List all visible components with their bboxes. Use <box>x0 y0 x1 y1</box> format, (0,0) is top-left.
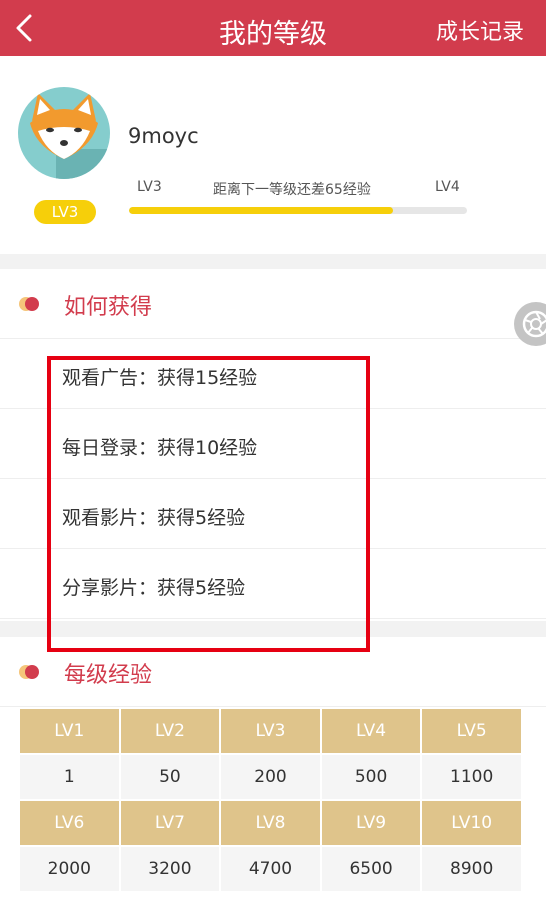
earn-rule-text: 观看影片：获得5经验 <box>62 507 246 529</box>
how-to-earn-title: 如何获得 <box>64 295 153 320</box>
table-cell: 3200 <box>118 845 222 893</box>
earn-rule-text: 分享影片：获得5经验 <box>62 577 246 599</box>
table-cell: LV7 <box>118 799 222 847</box>
profile-card: LV3 9moyc LV3 距离下一等级还差65经验 LV4 <box>0 56 546 254</box>
table-cell: LV10 <box>420 799 523 847</box>
table-cell: 200 <box>219 753 322 801</box>
table-cell: 8900 <box>420 845 523 893</box>
app-header: 我的等级 成长记录 <box>0 0 546 56</box>
earn-rule-text: 观看广告：获得15经验 <box>62 367 258 389</box>
table-cell: LV8 <box>219 799 322 847</box>
list-item: 分享影片：获得5经验 <box>0 549 546 619</box>
table-cell: 1 <box>18 753 121 801</box>
avatar[interactable] <box>18 87 110 179</box>
how-to-earn-section: 如何获得 观看广告：获得15经验 每日登录：获得10经验 观看影片：获得5经验 … <box>0 269 546 621</box>
growth-record-link[interactable]: 成长记录 <box>436 14 524 46</box>
table-cell: LV3 <box>219 707 322 755</box>
table-cell: 6500 <box>319 845 423 893</box>
earn-rule-text: 每日登录：获得10经验 <box>62 437 258 459</box>
table-cell: LV1 <box>18 707 121 755</box>
floating-shutter-button[interactable] <box>514 302 546 346</box>
dot-icon <box>18 664 42 680</box>
table-cell: 2000 <box>18 845 121 893</box>
table-cell: LV5 <box>420 707 523 755</box>
progress-hint: 距离下一等级还差65经验 <box>213 182 371 198</box>
table-cell: LV2 <box>118 707 222 755</box>
list-item: 观看影片：获得5经验 <box>0 479 546 549</box>
table-cell: LV9 <box>319 799 423 847</box>
table-cell: LV4 <box>319 707 423 755</box>
level-badge: LV3 <box>34 200 96 224</box>
table-cell: 500 <box>319 753 423 801</box>
table-cell: 1100 <box>420 753 523 801</box>
table-cell: 50 <box>118 753 222 801</box>
list-item: 观看广告：获得15经验 <box>0 339 546 409</box>
level-progress-fill <box>129 207 393 214</box>
table-cell: 4700 <box>219 845 322 893</box>
level-progress-bar <box>129 207 467 214</box>
username: 9moyc <box>128 124 199 148</box>
table-row: LV6 LV7 LV8 LV9 LV10 <box>18 799 523 847</box>
dot-icon <box>18 296 42 312</box>
list-item: 每日登录：获得10经验 <box>0 409 546 479</box>
next-level-label: LV4 <box>435 179 460 195</box>
fox-avatar-icon <box>30 93 110 179</box>
current-level-label: LV3 <box>137 179 162 195</box>
table-cell: LV6 <box>18 799 121 847</box>
table-row: 2000 3200 4700 6500 8900 <box>18 845 523 893</box>
shutter-icon <box>522 310 546 338</box>
exp-per-level-title: 每级经验 <box>64 663 153 688</box>
table-row: 1 50 200 500 1100 <box>18 753 523 801</box>
exp-table: LV1 LV2 LV3 LV4 LV5 1 50 200 500 1100 LV… <box>18 707 523 893</box>
exp-per-level-section: 每级经验 LV1 LV2 LV3 LV4 LV5 1 50 200 500 11… <box>0 637 546 912</box>
how-to-earn-header: 如何获得 <box>0 269 546 339</box>
exp-per-level-header: 每级经验 <box>0 637 546 707</box>
table-row: LV1 LV2 LV3 LV4 LV5 <box>18 707 523 755</box>
